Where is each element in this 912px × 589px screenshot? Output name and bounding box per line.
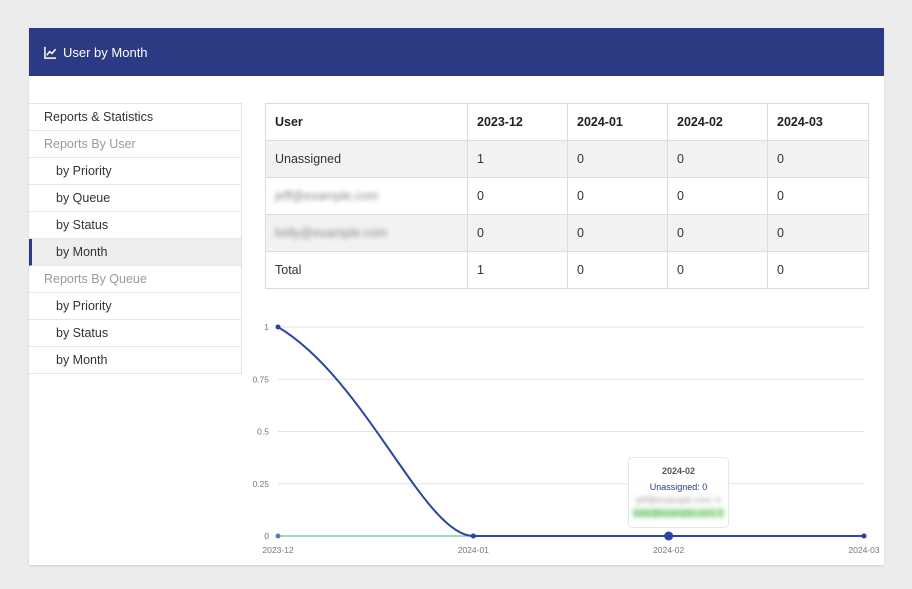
sidebar-item-by-priority[interactable]: by Priority [29,158,241,185]
count-cell: 0 [567,177,668,215]
count-cell: 0 [467,177,568,215]
user-cell: Unassigned [265,140,468,178]
sidebar-item-by-status[interactable]: by Status [29,320,241,347]
panel-header: User by Month [29,28,884,76]
count-cell: 0 [767,214,869,252]
column-header: 2024-01 [567,103,668,141]
count-cell: 0 [567,251,668,289]
table-header-row: User 2023-12 2024-01 2024-02 2024-03 [265,103,869,141]
column-header: 2024-02 [667,103,768,141]
sidebar-item-by-month[interactable]: by Month [29,347,241,374]
count-cell: 0 [767,177,869,215]
column-header: 2024-03 [767,103,869,141]
sidebar-item-by-month[interactable]: by Month [29,239,241,266]
redacted-email: jeff@example.com [275,189,379,203]
count-cell: 0 [567,140,668,178]
count-cell: 0 [567,214,668,252]
table-row: Total 1 0 0 0 [265,251,869,289]
redacted-email: kelly@example.com [275,226,388,240]
column-header: User [265,103,468,141]
count-cell: 0 [667,177,768,215]
user-cell: kelly@example.com [265,214,468,252]
report-panel: User by Month Reports & Statistics Report… [29,28,884,565]
table-row: kelly@example.com 0 0 0 0 [265,214,869,252]
report-sidebar: Reports & Statistics Reports By User by Pr… [29,103,242,374]
count-cell: 0 [467,214,568,252]
sidebar-item-by-status[interactable]: by Status [29,212,241,239]
table-row: Unassigned 1 0 0 0 [265,140,869,178]
sidebar-item-by-priority[interactable]: by Priority [29,293,241,320]
sidebar-group-reports-by-user: Reports By User [29,131,241,158]
user-by-month-table: User 2023-12 2024-01 2024-02 2024-03 Una… [265,103,869,289]
user-cell: Total [265,251,468,289]
count-cell: 0 [667,214,768,252]
table-row: jeff@example.com 0 0 0 0 [265,177,869,215]
sidebar-item-by-queue[interactable]: by Queue [29,185,241,212]
count-cell: 1 [467,140,568,178]
line-chart-icon [44,46,57,59]
column-header: 2023-12 [467,103,568,141]
count-cell: 1 [467,251,568,289]
user-cell: jeff@example.com [265,177,468,215]
count-cell: 0 [767,251,869,289]
count-cell: 0 [667,251,768,289]
count-cell: 0 [767,140,869,178]
page-title: User by Month [63,44,148,60]
sidebar-group-reports-by-queue: Reports By Queue [29,266,241,293]
sidebar-item-reports-statistics[interactable]: Reports & Statistics [29,104,241,131]
count-cell: 0 [667,140,768,178]
